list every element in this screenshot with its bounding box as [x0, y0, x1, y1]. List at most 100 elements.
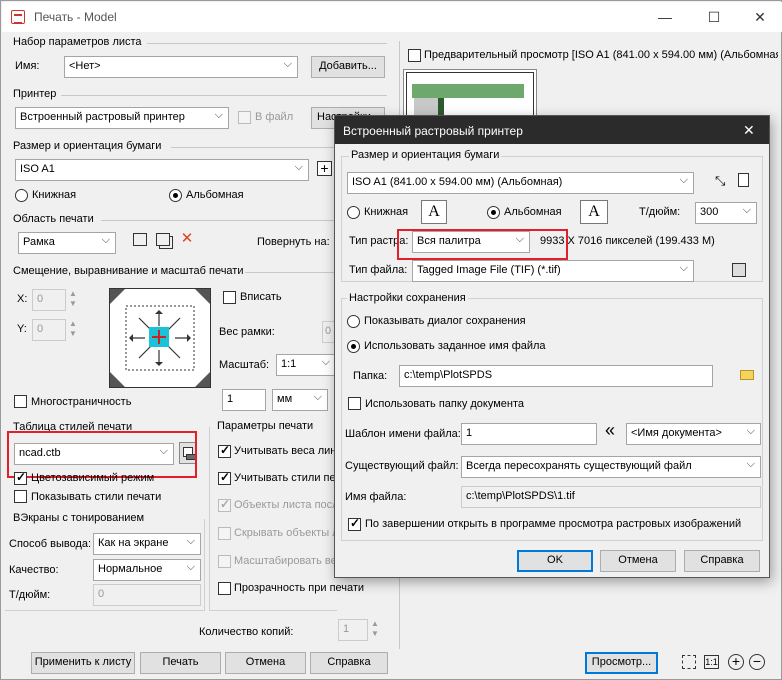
y-label: Y: — [17, 323, 27, 335]
file-type-dropdown[interactable]: Tagged Image File (TIF) (*.tif) — [412, 260, 694, 282]
name-label: Имя: — [15, 60, 40, 72]
use-doc-folder-checkbox[interactable] — [348, 397, 361, 410]
multipage-label: Многостраничность — [31, 396, 132, 408]
preview-checkbox[interactable] — [408, 49, 421, 62]
hide-objects-checkbox[interactable] — [218, 527, 231, 540]
unit-value-input[interactable]: 1 — [222, 389, 266, 411]
folder-input[interactable]: c:\temp\PlotSPDS — [399, 365, 713, 387]
printer-dropdown[interactable]: Встроенный растровый принтер — [15, 107, 229, 129]
template-dropdown[interactable]: <Имя документа> — [626, 423, 761, 445]
existing-file-dropdown[interactable]: Всегда пересохранять существующий файл — [461, 456, 761, 478]
output-label: Способ вывода: — [9, 538, 92, 550]
dialog-portrait-label: Книжная — [364, 206, 409, 218]
portrait-page-icon: A — [421, 200, 447, 224]
dialog-landscape-radio[interactable] — [487, 206, 500, 219]
insert-template-button[interactable]: « — [605, 420, 615, 441]
zoom-extents-icon[interactable] — [682, 655, 696, 669]
landscape-radio[interactable] — [169, 189, 182, 202]
print-area-title: Область печати — [13, 213, 94, 225]
folder-label: Папка: — [353, 370, 388, 382]
quality-label: Качество: — [9, 564, 59, 576]
cancel-button[interactable]: Отмена — [225, 652, 306, 674]
to-file-checkbox[interactable] — [238, 111, 251, 124]
dialog-ok-button[interactable]: OK — [517, 550, 593, 572]
apply-to-layout-button[interactable]: Применить к листу — [31, 652, 135, 674]
paper-size-dropdown[interactable]: ISO A1 — [15, 159, 309, 181]
dialog-cancel-button[interactable]: Отмена — [600, 550, 676, 572]
fit-checkbox[interactable] — [223, 291, 236, 304]
resize-icon[interactable]: ⤡ — [715, 174, 729, 188]
transparency-label: Прозрачность при печати — [234, 582, 365, 594]
filename-input[interactable]: c:\temp\PlotSPDS\1.tif — [461, 486, 761, 508]
portrait-label: Книжная — [32, 189, 77, 201]
multipage-checkbox[interactable] — [14, 395, 27, 408]
file-settings-icon[interactable] — [732, 263, 746, 277]
y-offset-input[interactable]: 0 — [32, 319, 66, 341]
show-dialog-label: Показывать диалог сохранения — [364, 315, 526, 327]
scale-dropdown[interactable]: 1:1 — [276, 354, 336, 376]
landscape-label: Альбомная — [186, 189, 244, 201]
portrait-radio[interactable] — [15, 189, 28, 202]
divider — [147, 43, 387, 44]
offset-title: Смещение, выравнивание и масштаб печати — [13, 265, 244, 277]
folder-icon[interactable] — [740, 370, 754, 380]
help-button[interactable]: Справка — [310, 652, 388, 674]
template-input[interactable]: 1 — [461, 423, 597, 445]
show-styles-checkbox[interactable] — [14, 490, 27, 503]
color-mode-checkbox[interactable] — [14, 470, 27, 485]
window-select-icon[interactable] — [133, 233, 147, 246]
lineweights-label: Учитывать веса линий — [234, 445, 349, 457]
page-icon[interactable] — [738, 173, 749, 187]
show-dialog-radio[interactable] — [347, 315, 360, 328]
copies-input[interactable]: 1 — [338, 619, 368, 641]
close-button[interactable]: ✕ — [737, 3, 782, 33]
x-offset-input[interactable]: 0 — [32, 289, 66, 311]
print-area-dropdown[interactable]: Рамка — [18, 232, 116, 254]
frame-weight-label: Вес рамки: — [219, 326, 275, 338]
preview-button[interactable]: Просмотр... — [585, 652, 658, 674]
add-button[interactable]: Добавить... — [311, 56, 385, 78]
alignment-grid[interactable] — [109, 288, 211, 388]
print-button[interactable]: Печать — [140, 652, 221, 674]
crosshair-icon[interactable]: + — [317, 161, 332, 176]
open-after-checkbox[interactable] — [348, 516, 361, 531]
file-type-label: Тип файла: — [349, 264, 408, 276]
dialog-size-dropdown[interactable]: ISO A1 (841.00 x 594.00 мм) (Альбомная) — [347, 172, 694, 194]
maximize-button[interactable]: ☐ — [691, 3, 737, 33]
preview-label: Предварительный просмотр [ISO A1 (841.00… — [424, 49, 778, 61]
dialog-landscape-label: Альбомная — [504, 206, 562, 218]
dialog-help-button[interactable]: Справка — [684, 550, 760, 572]
transparency-checkbox[interactable] — [218, 582, 231, 595]
zoom-in-icon[interactable]: + — [728, 654, 744, 670]
use-name-radio[interactable] — [347, 340, 360, 353]
delete-frame-icon[interactable]: ✕ — [179, 231, 195, 247]
dialog-dpi-dropdown[interactable]: 300 — [695, 202, 757, 224]
zoom-one-to-one-icon[interactable]: 1:1 — [704, 655, 719, 669]
quality-dropdown[interactable]: Нормальное — [93, 559, 201, 581]
lineweights-checkbox[interactable] — [218, 443, 231, 458]
window-title: Печать - Model — [34, 10, 117, 24]
dialog-paper-title: Размер и ориентация бумаги — [349, 149, 502, 161]
sheet-params-title: Набор параметров листа — [13, 36, 142, 48]
plotstyles-checkbox[interactable] — [218, 470, 231, 485]
zoom-out-icon[interactable]: − — [749, 654, 765, 670]
to-file-label: В файл — [255, 111, 294, 123]
dialog-portrait-radio[interactable] — [347, 206, 360, 219]
landscape-page-icon: A — [580, 200, 608, 224]
copies-spinner[interactable]: ▲ ▼ — [369, 619, 381, 641]
minimize-button[interactable]: — — [642, 3, 688, 33]
dpi-input[interactable]: 0 — [93, 584, 201, 606]
x-spinner[interactable]: ▲ ▼ — [67, 289, 79, 311]
show-styles-label: Показывать стили печати — [31, 491, 162, 503]
dialog-close-button[interactable]: ✕ — [743, 122, 755, 139]
raster-printer-dialog: Встроенный растровый принтер ✕ Размер и … — [334, 115, 770, 578]
open-after-label: По завершении открыть в программе просмо… — [365, 518, 742, 530]
copy-frame-icon[interactable] — [156, 233, 170, 246]
output-dropdown[interactable]: Как на экране — [93, 533, 201, 555]
unit-dropdown[interactable]: мм — [272, 389, 328, 411]
y-spinner[interactable]: ▲ ▼ — [67, 319, 79, 341]
sheet-params-dropdown[interactable]: <Нет> — [64, 56, 298, 78]
scale-lineweights-checkbox[interactable] — [218, 555, 231, 568]
paperspace-last-checkbox[interactable] — [218, 497, 231, 512]
rotate-label: Повернуть на: — [257, 236, 330, 248]
